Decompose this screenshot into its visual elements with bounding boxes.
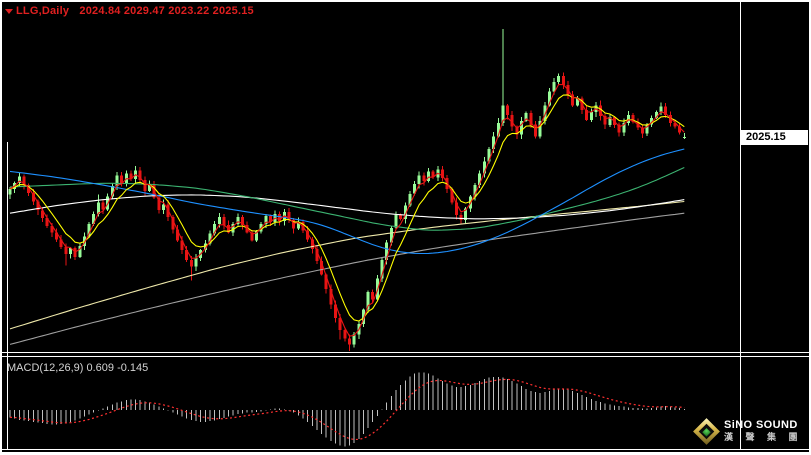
macd-signal-line	[9, 378, 685, 441]
ma-white-line	[9, 194, 685, 220]
panel-separator-top[interactable]	[0, 352, 811, 353]
ohlc-values-label: 2024.84 2029.47 2023.22 2025.15	[79, 5, 254, 17]
macd-histogram	[9, 372, 685, 447]
watermark-brand: SiNO SOUND	[724, 419, 798, 431]
sino-sound-logo-icon	[693, 418, 720, 445]
chart-title: LLG,Daily 2024.84 2029.47 2023.22 2025.1…	[16, 5, 254, 17]
window-border-left	[0, 0, 2, 455]
watermark-chinese: 漢 聲 集 團	[724, 432, 803, 442]
price-axis[interactable]: 2136.502103.252070.002036.752003.501970.…	[740, 0, 811, 455]
dropdown-triangle-icon	[5, 9, 13, 14]
current-price-label: 2025.15	[746, 131, 786, 143]
window-border-top	[0, 0, 811, 2]
ma-blue-line	[9, 148, 685, 255]
vertical-line-object	[7, 142, 8, 449]
macd-indicator-label: MACD(12,26,9) 0.609 -0.145	[7, 362, 148, 374]
macd-bottom-border	[0, 449, 811, 450]
current-price-tag: 2025.15	[741, 130, 808, 145]
axis-divider[interactable]	[740, 0, 741, 450]
broker-watermark: SiNO SOUND 漢 聲 集 團	[693, 418, 803, 445]
main-chart-canvas[interactable]	[0, 0, 740, 352]
watermark-text: SiNO SOUND 漢 聲 集 團	[724, 420, 803, 443]
panel-separator-bottom	[0, 356, 811, 357]
macd-values: 0.609 -0.145	[86, 362, 149, 374]
ma-gray-line	[9, 212, 685, 345]
macd-name: MACD(12,26,9)	[7, 362, 84, 374]
chart-window: LLG,Daily 2024.84 2029.47 2023.22 2025.1…	[0, 0, 811, 455]
candlestick-series	[8, 29, 686, 352]
symbol-timeframe-label: LLG,Daily	[16, 5, 70, 17]
ma-yellow-line	[9, 94, 685, 322]
